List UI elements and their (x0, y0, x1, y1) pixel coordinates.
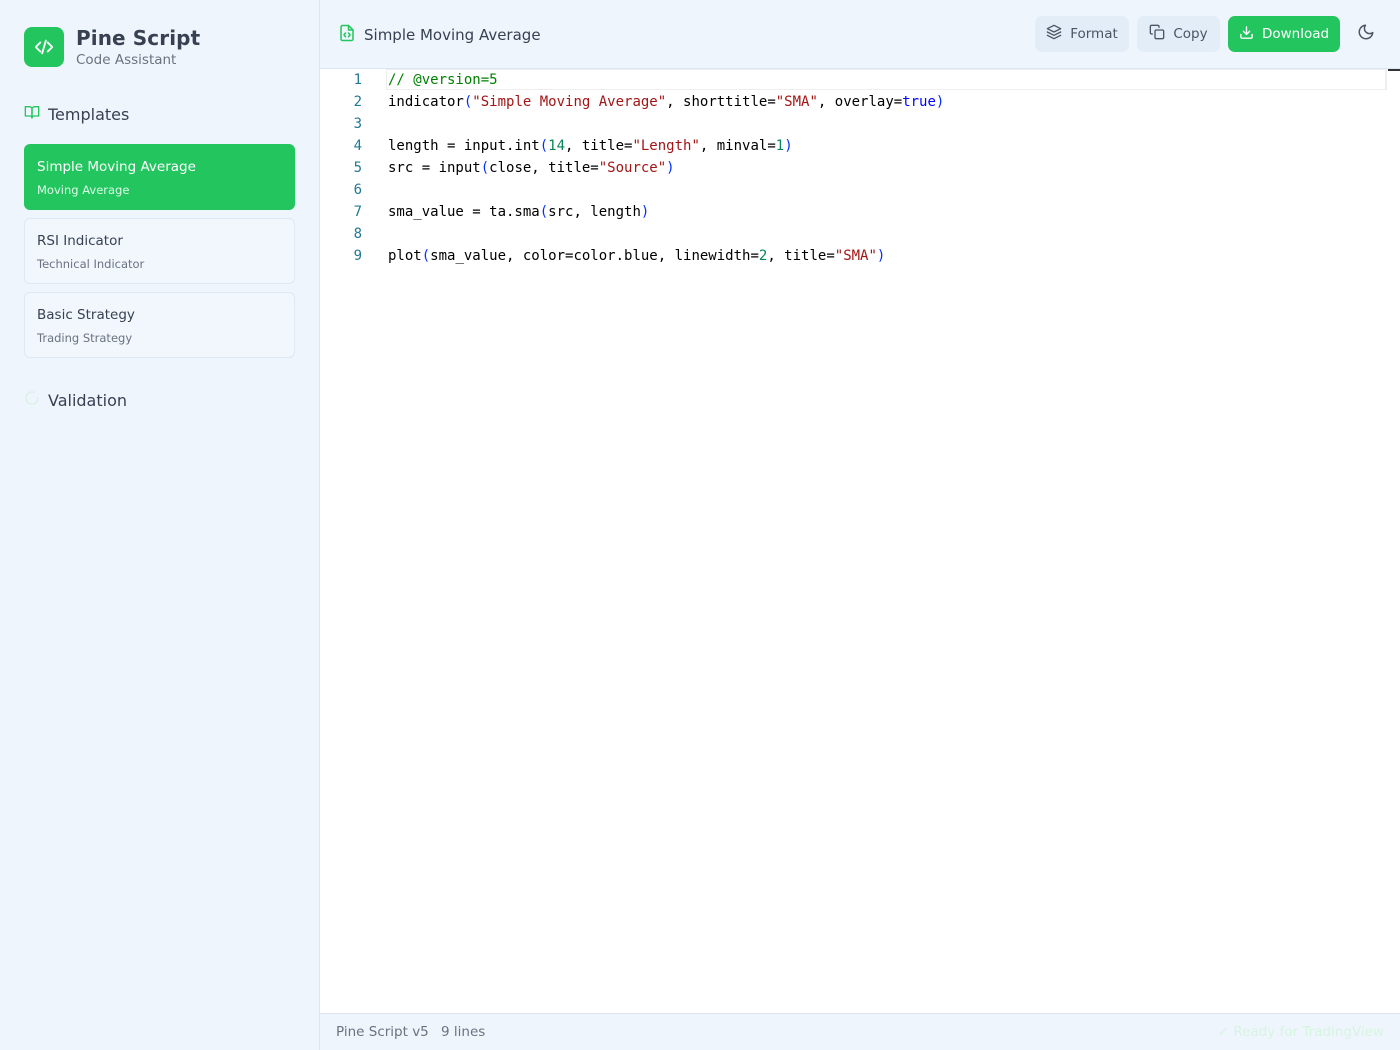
current-line-highlight (386, 69, 1386, 90)
download-button[interactable]: Download (1228, 16, 1340, 52)
code-line: 3 (320, 113, 362, 135)
code-file-icon (338, 24, 356, 46)
code-token: ( (539, 138, 549, 154)
code-line: 5 src = input(close, title="Source") (320, 157, 675, 179)
template-category: Technical Indicator (37, 257, 145, 271)
line-count: 9 lines (441, 1024, 486, 1040)
line-number: 7 (353, 204, 362, 220)
book-icon (24, 104, 40, 124)
moon-icon (1357, 23, 1375, 45)
download-icon (1239, 25, 1254, 44)
code-token: true (902, 94, 936, 110)
code-token: ( (480, 160, 490, 176)
code-token: plot (388, 248, 422, 264)
code-text: src = input(close, title="Source") (388, 157, 675, 179)
code-token: ) (876, 248, 886, 264)
code-token: 1 (775, 138, 785, 154)
template-name: Simple Moving Average (37, 159, 196, 175)
code-token: "SMA" (834, 248, 877, 264)
template-category: Trading Strategy (37, 331, 133, 345)
sidebar: Pine Script Code Assistant Templates Sim… (0, 0, 320, 1050)
template-name: Basic Strategy (37, 307, 135, 323)
code-token: indicator (388, 94, 464, 110)
code-line: 7 sma_value = ta.sma(src, length) (320, 201, 650, 223)
code-line: 6 (320, 179, 362, 201)
code-token: length = input.int (388, 138, 540, 154)
code-token: , title= (565, 138, 633, 154)
file-title: Simple Moving Average (338, 24, 541, 46)
code-token: sma_value = ta.sma (388, 204, 540, 220)
code-token: , overlay= (817, 94, 903, 110)
layers-icon (1046, 24, 1062, 44)
code-text: length = input.int(14, title="Length", m… (388, 135, 793, 157)
loading-spinner-icon (24, 390, 40, 410)
code-token: ) (784, 138, 793, 154)
line-number: 3 (353, 116, 362, 132)
theme-toggle-button[interactable] (1350, 16, 1382, 52)
code-token: src, length (548, 204, 641, 220)
code-token: ( (421, 248, 431, 264)
brand: Pine Script Code Assistant (24, 26, 201, 68)
code-token: ( (539, 204, 549, 220)
line-number: 5 (353, 160, 362, 176)
copy-button[interactable]: Copy (1137, 16, 1220, 52)
code-token: , minval= (699, 138, 776, 154)
code-text: indicator("Simple Moving Average", short… (388, 91, 944, 113)
code-token: 14 (548, 138, 566, 154)
code-text: sma_value = ta.sma(src, length) (388, 201, 649, 223)
code-text: // @version=5 (388, 69, 498, 91)
code-token: , title= (767, 248, 835, 264)
overview-ruler[interactable] (1386, 69, 1400, 90)
code-token: "SMA" (775, 94, 818, 110)
template-simple-moving-average[interactable]: Simple Moving Average Moving Average (24, 144, 295, 210)
code-token: src = input (388, 160, 481, 176)
code-token: "Simple Moving Average" (472, 94, 667, 110)
file-title-label: Simple Moving Average (364, 26, 541, 44)
validation-heading: Validation (24, 390, 127, 410)
line-number: 8 (353, 226, 362, 242)
line-number: 4 (353, 138, 362, 154)
line-number: 6 (353, 182, 362, 198)
format-button[interactable]: Format (1035, 16, 1129, 52)
code-line: 9 plot(sma_value, color=color.blue, linew… (320, 245, 886, 267)
line-number: 2 (353, 94, 362, 110)
app-title: Pine Script (76, 26, 201, 50)
validation-heading-label: Validation (48, 390, 128, 410)
template-category: Moving Average (37, 183, 130, 197)
code-token: sma_value, color=color.blue, linewidth= (430, 248, 759, 264)
code-line: 2 indicator("Simple Moving Average", shor… (320, 91, 945, 113)
format-button-label: Format (1070, 26, 1118, 42)
code-token: ) (935, 94, 945, 110)
code-text: plot(sma_value, color=color.blue, linewi… (388, 245, 885, 267)
language-indicator: Pine Script v5 (336, 1024, 429, 1040)
template-name: RSI Indicator (37, 233, 123, 249)
download-button-label: Download (1261, 26, 1330, 42)
status-bar: Pine Script v5 9 lines ✓ Ready for Tradi… (320, 1013, 1400, 1050)
line-number: 1 (353, 72, 362, 88)
code-token: ) (666, 160, 675, 176)
code-line: 4 length = input.int(14, title="Length", … (320, 135, 793, 157)
code-brackets-icon (24, 27, 64, 67)
code-token: "Source" (598, 160, 667, 176)
code-line: 1 // @version=5 (320, 69, 498, 91)
editor-header: Simple Moving Average Format Copy Downlo… (320, 0, 1400, 69)
template-basic-strategy[interactable]: Basic Strategy Trading Strategy (24, 292, 295, 358)
line-number: 9 (353, 248, 362, 264)
code-token: close, title= (489, 160, 599, 176)
code-token: , shorttitle= (666, 94, 776, 110)
copy-button-label: Copy (1173, 26, 1208, 42)
code-token: // @version=5 (388, 72, 498, 88)
code-token: "Length" (632, 138, 700, 154)
code-line: 8 (320, 223, 362, 245)
code-editor[interactable]: 1// @version=5 2 indicator("Simple Moving … (320, 69, 1400, 1013)
templates-heading: Templates (24, 104, 129, 124)
ready-status: ✓ Ready for TradingView (1217, 1024, 1384, 1040)
copy-icon (1149, 24, 1165, 44)
app-subtitle: Code Assistant (76, 52, 177, 68)
code-token: ) (640, 204, 650, 220)
template-rsi-indicator[interactable]: RSI Indicator Technical Indicator (24, 218, 295, 284)
templates-heading-label: Templates (48, 104, 130, 124)
